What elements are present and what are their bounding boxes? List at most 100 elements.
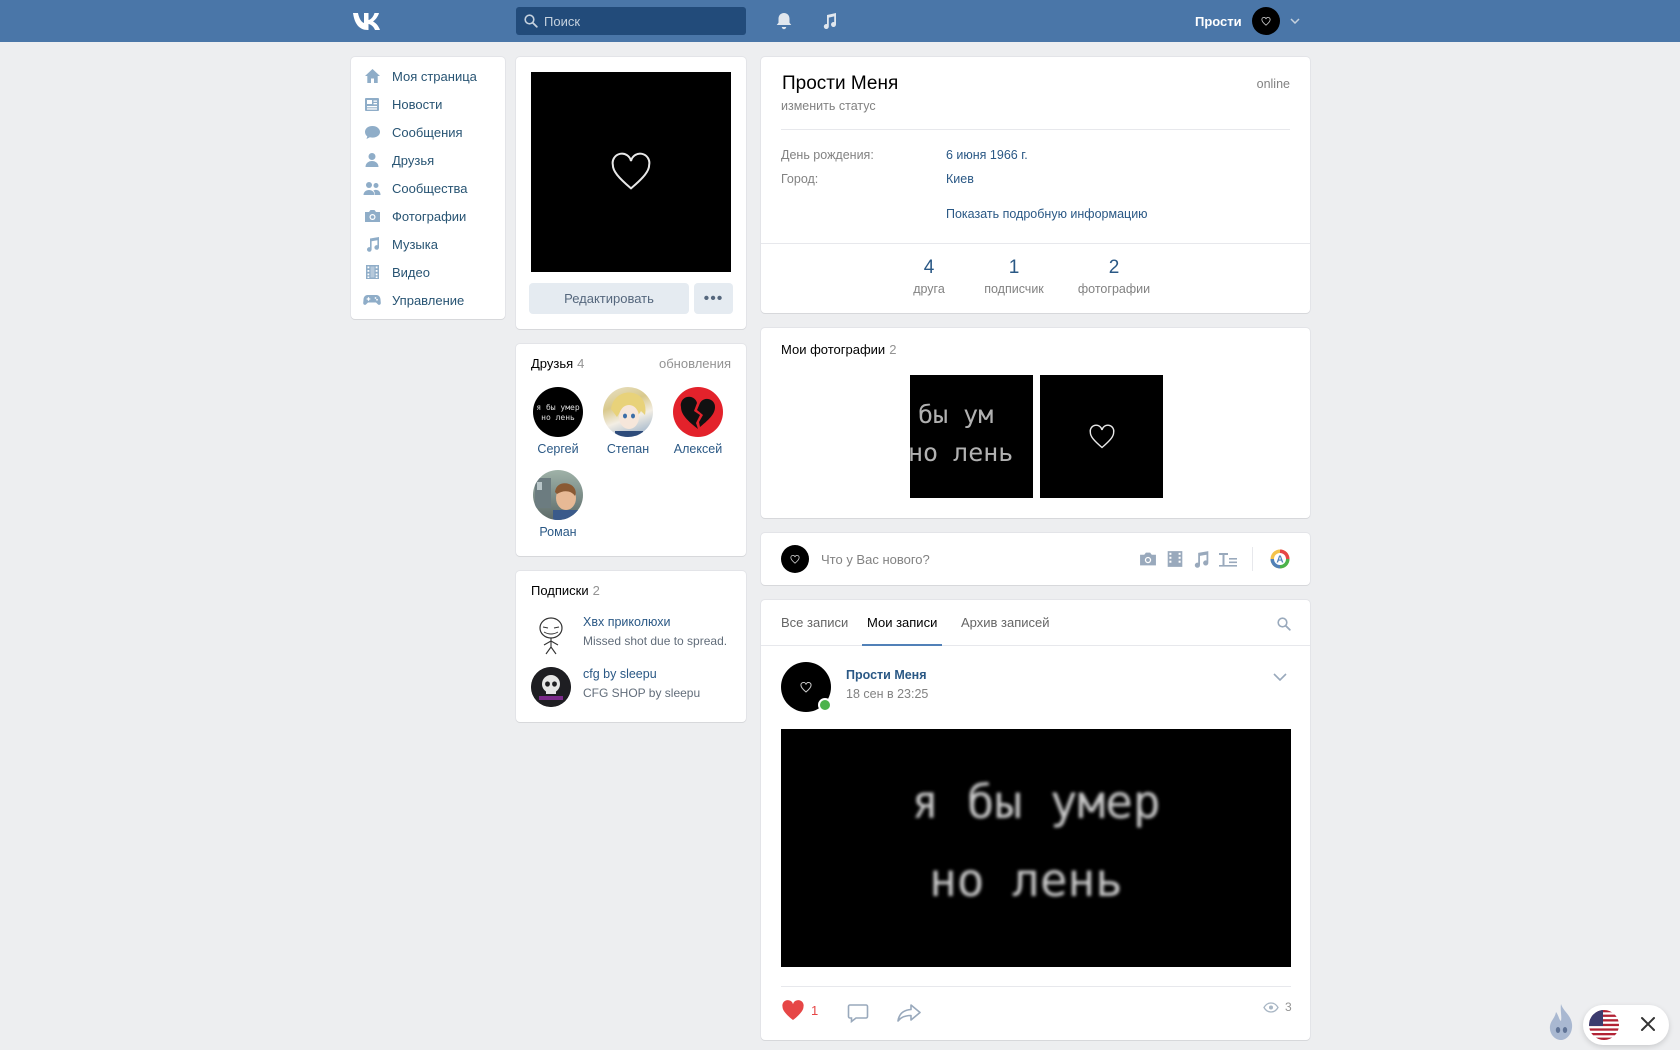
meme-face-icon: [539, 617, 563, 655]
friend-avatar: [603, 387, 653, 437]
close-icon[interactable]: [1637, 1013, 1659, 1035]
nav-label: Сообщества: [392, 180, 468, 196]
music-icon: [366, 237, 379, 252]
edit-profile-button[interactable]: Редактировать: [529, 283, 689, 314]
profile-photo[interactable]: [531, 72, 731, 272]
subscriptions-count: 2: [592, 583, 600, 598]
svg-text:я бы умер: я бы умер: [536, 402, 580, 412]
search-icon[interactable]: [1277, 617, 1291, 631]
counter-followers[interactable]: 1 подписчик: [974, 257, 1054, 296]
counter-label: подписчик: [984, 282, 1044, 296]
show-full-info-link[interactable]: Показать подробную информацию: [946, 207, 1148, 221]
subscription-item[interactable]: cfg by sleepu CFG SHOP by sleepu: [531, 665, 736, 709]
header-avatar: [1251, 7, 1280, 35]
friends-header[interactable]: Друзья 4: [531, 356, 584, 371]
friend-avatar-text-image: я бы умер но лень: [536, 402, 580, 422]
attach-video-icon[interactable]: [1166, 550, 1184, 568]
friends-updates-link[interactable]: обновления: [659, 356, 731, 371]
friend-name: Степан: [606, 442, 650, 456]
nav-my-page[interactable]: Моя страница: [351, 62, 505, 90]
friend-name: Алексей: [673, 442, 723, 456]
vk-logo-icon[interactable]: [351, 10, 385, 32]
nav-label: Видео: [392, 264, 430, 280]
nav-music[interactable]: Музыка: [351, 230, 505, 258]
nav-label: Фотографии: [392, 208, 467, 224]
attach-music-icon[interactable]: [1192, 550, 1210, 568]
search-input[interactable]: [544, 7, 739, 35]
divider: [761, 243, 1310, 244]
music-note-icon[interactable]: [820, 11, 840, 31]
friend-item[interactable]: я бы умер но лень Сергей: [523, 387, 593, 456]
comment-icon[interactable]: [847, 1003, 869, 1023]
friend-avatar: [533, 470, 583, 520]
friend-name: Роман: [539, 525, 577, 539]
friend-avatar: [673, 387, 723, 437]
friends-icon: [365, 153, 379, 167]
post-author-name[interactable]: Прости Меня: [846, 668, 927, 682]
nav-label: Управление: [392, 292, 465, 308]
us-flag-icon[interactable]: [1589, 1010, 1619, 1040]
info-value[interactable]: 6 июня 1966 г.: [946, 148, 1028, 162]
chevron-down-icon[interactable]: [1273, 673, 1287, 681]
nav-video[interactable]: Видео: [351, 258, 505, 286]
photo-avatar-image: [535, 478, 579, 520]
friend-item[interactable]: Степан: [593, 387, 663, 456]
color-background-icon[interactable]: A: [1270, 549, 1290, 569]
camera-icon: [364, 210, 380, 222]
nav-label: Моя страница: [392, 68, 477, 84]
subscription-item[interactable]: Xвх приколюхи Missed shot due to spread.: [531, 613, 736, 657]
subscriptions-header[interactable]: Подписки 2: [531, 583, 600, 598]
views-counter: 3: [1263, 1000, 1292, 1014]
news-icon: [365, 97, 379, 111]
info-value[interactable]: Киев: [946, 172, 974, 186]
broken-heart-avatar-image: [680, 396, 716, 429]
photos-header[interactable]: Мои фотографии 2: [781, 342, 896, 357]
nav-friends[interactable]: Друзья: [351, 146, 505, 174]
nav-messages[interactable]: Сообщения: [351, 118, 505, 146]
search-box[interactable]: [516, 7, 746, 35]
friend-avatar: я бы умер но лень: [533, 387, 583, 437]
counter-number: 4: [923, 257, 935, 278]
nav-news[interactable]: Новости: [351, 90, 505, 118]
change-status-link[interactable]: изменить статус: [781, 99, 876, 113]
photo-thumbnail[interactable]: [1040, 375, 1163, 498]
counter-friends[interactable]: 4 друга: [904, 257, 954, 296]
heart-icon: [611, 152, 651, 190]
share-icon[interactable]: [896, 1003, 922, 1023]
nav-communities[interactable]: Сообщества: [351, 174, 505, 202]
photo-text-image: бы ум но лень: [910, 400, 1013, 467]
top-header: Прости: [0, 0, 1680, 42]
tab-all-posts[interactable]: Все записи: [776, 600, 853, 646]
bell-icon[interactable]: [774, 11, 794, 31]
like-count: 1: [811, 1003, 819, 1018]
heart-icon: [1261, 16, 1271, 26]
nav-photos[interactable]: Фотографии: [351, 202, 505, 230]
tab-my-posts[interactable]: Мои записи: [862, 600, 943, 646]
composer-divider: [1252, 547, 1253, 571]
text-format-icon[interactable]: [1218, 550, 1238, 568]
photos-count: 2: [889, 342, 897, 357]
nav-label: Друзья: [392, 152, 435, 168]
nav-manage[interactable]: Управление: [351, 286, 505, 314]
new-post-input[interactable]: [821, 545, 1121, 573]
post-image[interactable]: я бы умер но лень: [781, 729, 1291, 967]
subscriptions-block: Подписки 2 Xвх приколюхи Missed shot due …: [516, 571, 746, 722]
communities-icon: [363, 181, 381, 195]
attach-photo-icon[interactable]: [1139, 550, 1157, 568]
info-row-city: Город: Киев: [781, 172, 974, 186]
tab-archive[interactable]: Архив записей: [956, 600, 1055, 646]
like-button[interactable]: 1: [781, 1000, 818, 1021]
more-actions-button[interactable]: •••: [694, 283, 733, 314]
friend-item[interactable]: Роман: [523, 470, 593, 539]
header-user-menu[interactable]: Прости: [1195, 6, 1300, 36]
photo-thumbnail[interactable]: бы ум но лень: [910, 375, 1033, 498]
friend-item[interactable]: Алексей: [663, 387, 733, 456]
counter-photos[interactable]: 2 фотографии: [1069, 257, 1159, 296]
home-icon: [364, 69, 380, 83]
chevron-down-icon: [1290, 18, 1300, 24]
flame-widget-icon[interactable]: [1545, 1002, 1577, 1042]
subscription-desc: CFG SHOP by sleepu: [583, 686, 701, 700]
post-date[interactable]: 18 сен в 23:25: [846, 687, 928, 701]
subscription-avatar: [531, 615, 571, 655]
subscription-name: Xвх приколюхи: [583, 615, 671, 629]
